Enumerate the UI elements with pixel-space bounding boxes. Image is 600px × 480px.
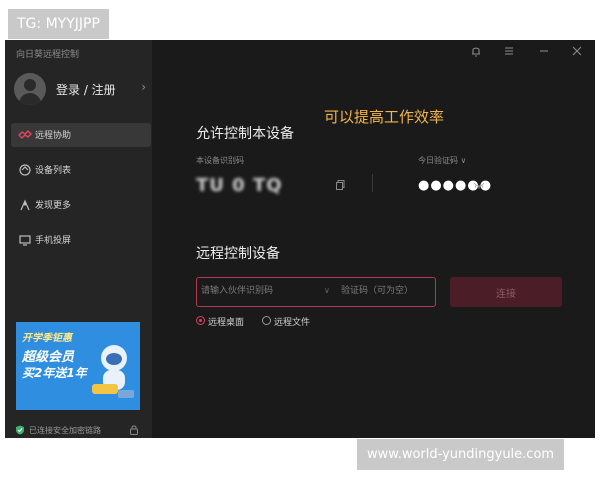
discover-icon [20, 199, 30, 211]
main-panel: 可以提高工作效率 允许控制本设备 本设备识别码 今日验证码 ∨ TU 0 TQ … [152, 40, 595, 438]
lock-icon[interactable] [129, 424, 139, 435]
sidebar-item-label: 手机投屏 [35, 236, 72, 246]
sidebar-item-device-list[interactable]: 设备列表 [11, 158, 151, 182]
radio-label: 远程文件 [274, 318, 311, 328]
astronaut-illustration [92, 345, 134, 398]
eye-closed-icon[interactable] [473, 181, 485, 189]
partner-id-input[interactable] [201, 281, 319, 301]
remote-control-title: 远程控制设备 [196, 246, 280, 262]
remote-connect-input-group: ∨ [196, 277, 436, 307]
promo-banner[interactable]: 开学季钜惠 超级会员 买2年送1年 [16, 322, 140, 410]
device-id-label: 本设备识别码 [196, 156, 244, 165]
avatar[interactable] [14, 73, 46, 105]
radio-selected-icon[interactable] [196, 316, 205, 325]
sidebar-item-label: 发现更多 [35, 201, 72, 211]
login-row[interactable]: 登录 / 注册 › [14, 73, 146, 105]
remote-assist-icon [18, 130, 32, 139]
chevron-right-icon[interactable]: › [141, 80, 146, 94]
sidebar-item-label: 远程协助 [35, 131, 72, 141]
promo-tag: 开学季钜惠 [22, 333, 72, 344]
minimize-icon[interactable] [537, 44, 551, 58]
screen-cast-icon [19, 235, 31, 246]
sidebar-item-remote-assist[interactable]: 远程协助 [11, 123, 151, 147]
remote-code-input[interactable] [341, 281, 431, 301]
secure-status: 已连接安全加密链路 [15, 424, 145, 436]
device-id-value: TU 0 TQ [196, 175, 283, 196]
chevron-down-icon[interactable]: ∨ [324, 286, 330, 295]
sidebar-item-screen-cast[interactable]: 手机投屏 [11, 228, 151, 252]
divider [372, 174, 373, 192]
radio-unselected-icon[interactable] [262, 316, 271, 325]
login-label[interactable]: 登录 / 注册 [56, 81, 116, 98]
device-list-icon [19, 164, 31, 176]
promo-headline: 超级会员 [22, 350, 75, 365]
app-title: 向日葵远程控制 [16, 50, 80, 60]
radio-remote-desktop[interactable]: 远程桌面 [196, 315, 256, 328]
radio-label: 远程桌面 [208, 318, 245, 328]
connect-button[interactable]: 连接 [450, 277, 562, 307]
overlay-caption: 可以提高工作效率 [324, 108, 445, 126]
watermark-top: TG: MYYJJPP [8, 9, 109, 39]
radio-remote-file[interactable]: 远程文件 [262, 315, 322, 328]
verification-code-dropdown[interactable]: 今日验证码 ∨ [418, 155, 466, 166]
close-icon[interactable] [570, 44, 584, 58]
shield-check-icon [16, 425, 24, 435]
sidebar-item-label: 设备列表 [35, 166, 72, 176]
menu-icon[interactable] [502, 44, 516, 58]
copy-icon[interactable] [336, 180, 345, 190]
sidebar-item-discover[interactable]: 发现更多 [11, 193, 151, 217]
allow-control-title: 允许控制本设备 [196, 126, 294, 142]
sidebar: 向日葵远程控制 登录 / 注册 › 远程协助 设备列表 发现更多 手机投屏 开学… [5, 40, 152, 438]
secure-status-label: 已连接安全加密链路 [29, 426, 101, 435]
watermark-bottom: www.world-yundingyule.com [357, 439, 565, 470]
app-window: 向日葵远程控制 登录 / 注册 › 远程协助 设备列表 发现更多 手机投屏 开学… [5, 40, 595, 438]
bell-icon[interactable] [469, 44, 483, 58]
promo-offer: 买2年送1年 [22, 366, 87, 380]
